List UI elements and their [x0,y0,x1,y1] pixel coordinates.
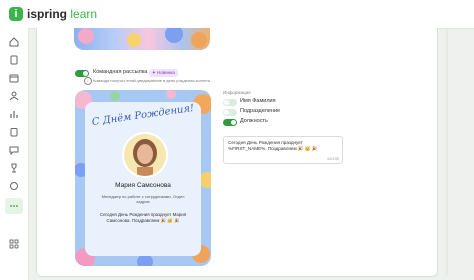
logo-text: ispring learn [27,7,98,21]
birthday-card-preview: С Днём Рождения! Мария Самсонова Менедже… [75,90,211,266]
sidebar-item-home[interactable] [5,34,23,50]
chat-icon [9,146,19,155]
newsletter-hint: Команда получит email-уведомление в день… [93,78,211,83]
logo-mark-icon: i [9,7,23,21]
book-icon [10,55,18,65]
greeting-message-input[interactable]: Сегодня День Рождения празднует %FIRST_N… [223,136,343,164]
character-counter: 64/150 [327,157,339,161]
sidebar-item-users[interactable] [5,88,23,104]
employee-name: Мария Самсонова [115,182,171,189]
employee-role: Менеджер по работе с сотрудниками, Отдел… [101,194,185,204]
trophy-icon [11,163,17,173]
scrollbar-track[interactable] [446,28,448,276]
floral-border-icon [78,28,207,48]
toggle-full-name[interactable] [223,99,237,106]
new-badge: ✦ Новинка [149,69,178,77]
pulse-icon [10,182,18,190]
sidebar [0,28,29,280]
employee-photo [122,132,168,178]
sidebar-item-messages[interactable] [5,142,23,158]
calendar-icon [9,74,19,83]
info-section-label: Информация [223,90,251,95]
top-bar: i ispring learn [0,0,474,29]
toggle-department[interactable] [223,109,237,116]
sidebar-item-settings[interactable] [5,236,23,252]
newsletter-toggle[interactable] [75,70,89,77]
greeting-message-text: Сегодня День Рождения празднует %FIRST_N… [228,140,318,151]
sidebar-item-more[interactable] [5,198,23,214]
ispring-logo[interactable]: i ispring learn [9,7,97,21]
main-content: Командная рассылка ✦ Новинка i Команда п… [36,28,438,277]
toggle-full-name-label: Имя Фамилия [240,98,276,104]
sidebar-item-courses[interactable] [5,52,23,68]
toggle-position-label: Должность [240,118,268,124]
sidebar-item-calendar[interactable] [5,70,23,86]
sidebar-item-achievements[interactable] [5,160,23,176]
sidebar-item-tasks[interactable] [5,124,23,140]
dots-icon [10,205,18,207]
toggle-department-label: Подразделение [240,108,281,114]
newsletter-label: Командная рассылка [93,69,148,75]
toggle-position[interactable] [223,119,237,126]
card-message: Сегодня День Рождения празднует Мария Са… [99,212,187,223]
card-body: С Днём Рождения! Мария Самсонова Менедже… [85,102,201,256]
home-icon [9,37,19,47]
chart-icon [10,111,18,118]
sidebar-item-reports[interactable] [5,106,23,122]
card-greeting-title: С Днём Рождения! [91,102,195,129]
info-icon[interactable]: i [84,77,92,85]
settings-icon [9,239,19,249]
sidebar-item-pulse[interactable] [5,178,23,194]
portrait-icon [124,134,166,176]
clipboard-icon [10,128,18,137]
users-icon [9,91,19,101]
previous-card-preview [74,28,210,50]
